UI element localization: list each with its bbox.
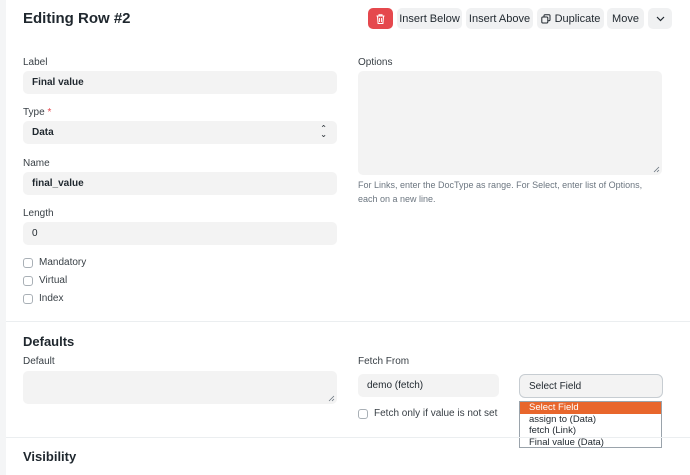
options-field-label: Options bbox=[358, 57, 393, 68]
options-description: For Links, enter the DocType as range. F… bbox=[358, 180, 643, 204]
name-field-label: Name bbox=[23, 158, 50, 169]
section-divider bbox=[6, 437, 690, 438]
label-input[interactable]: Final value bbox=[23, 71, 337, 94]
fetch-from-label: Fetch From bbox=[358, 356, 410, 367]
length-input[interactable]: 0 bbox=[23, 222, 337, 245]
defaults-section-title: Defaults bbox=[23, 334, 75, 349]
move-button[interactable]: Move bbox=[607, 8, 644, 29]
dropdown-option[interactable]: Select Field bbox=[520, 402, 661, 414]
mandatory-checkbox[interactable] bbox=[23, 257, 33, 268]
default-textarea[interactable] bbox=[23, 371, 337, 404]
index-checkbox-row[interactable]: Index bbox=[23, 293, 63, 304]
select-arrows-icon: ⌃ ⌄ bbox=[320, 124, 327, 139]
length-field-label: Length bbox=[23, 208, 54, 219]
dropdown-option[interactable]: Final value (Data) bbox=[520, 437, 661, 449]
trash-icon bbox=[376, 13, 385, 24]
type-select[interactable]: Data ⌃ ⌄ bbox=[23, 121, 337, 144]
fetch-if-empty-row[interactable]: Fetch only if value is not set bbox=[358, 408, 497, 419]
page-title: Editing Row #2 bbox=[23, 10, 131, 27]
visibility-section-title: Visibility bbox=[23, 449, 77, 464]
insert-below-button[interactable]: Insert Below bbox=[397, 8, 462, 29]
fetch-if-empty-checkbox[interactable] bbox=[358, 408, 368, 419]
chevron-down-icon bbox=[656, 16, 664, 21]
duplicate-button[interactable]: Duplicate bbox=[537, 8, 604, 29]
mandatory-checkbox-row[interactable]: Mandatory bbox=[23, 257, 86, 268]
type-field-label: Type * bbox=[23, 107, 52, 118]
virtual-checkbox-row[interactable]: Virtual bbox=[23, 275, 67, 286]
name-input[interactable]: final_value bbox=[23, 172, 337, 195]
fetch-if-empty-label: Fetch only if value is not set bbox=[374, 408, 498, 419]
dropdown-option[interactable]: fetch (Link) bbox=[520, 425, 661, 437]
index-label: Index bbox=[39, 293, 64, 304]
required-mark: * bbox=[47, 107, 52, 118]
resize-grip-icon[interactable] bbox=[328, 395, 335, 402]
resize-grip-icon[interactable] bbox=[653, 166, 660, 173]
type-select-value: Data bbox=[32, 127, 54, 138]
fetch-from-input[interactable]: demo (fetch) bbox=[358, 374, 499, 397]
virtual-checkbox[interactable] bbox=[23, 275, 33, 286]
options-textarea[interactable] bbox=[358, 71, 662, 175]
row-editor-header: Editing Row #2 Insert Below Insert Above… bbox=[6, 0, 690, 38]
duplicate-button-label: Duplicate bbox=[554, 12, 601, 25]
row-editor-panel: Editing Row #2 Insert Below Insert Above… bbox=[6, 0, 690, 475]
more-actions-button[interactable] bbox=[648, 8, 672, 29]
section-divider bbox=[6, 321, 690, 322]
index-checkbox[interactable] bbox=[23, 293, 33, 304]
mandatory-label: Mandatory bbox=[39, 257, 87, 268]
dropdown-option[interactable]: assign to (Data) bbox=[520, 414, 661, 426]
select-field-options-list[interactable]: Select Field assign to (Data) fetch (Lin… bbox=[519, 401, 662, 448]
virtual-label: Virtual bbox=[39, 275, 68, 286]
label-field-label: Label bbox=[23, 57, 48, 68]
select-field-dropdown[interactable]: Select Field bbox=[519, 374, 663, 398]
insert-above-button[interactable]: Insert Above bbox=[466, 8, 533, 29]
duplicate-icon bbox=[540, 13, 551, 23]
default-field-label: Default bbox=[23, 356, 55, 367]
delete-row-button[interactable] bbox=[368, 8, 393, 29]
